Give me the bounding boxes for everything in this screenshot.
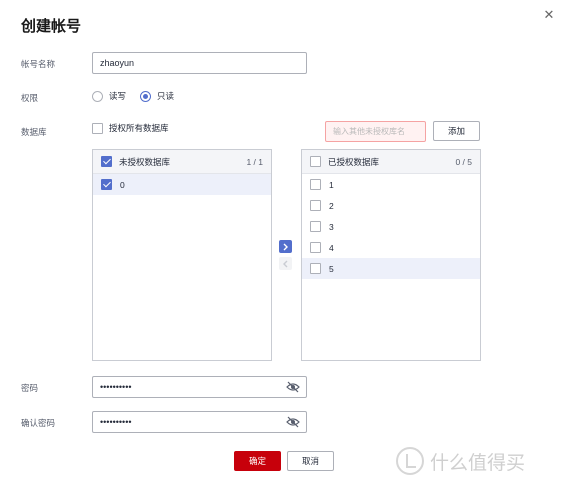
checkbox-icon — [310, 263, 321, 274]
close-icon[interactable]: ✕ — [542, 8, 556, 22]
move-right-button[interactable] — [279, 240, 292, 253]
account-name-input[interactable]: zhaoyun — [92, 52, 307, 74]
chevron-right-icon — [283, 243, 288, 250]
unauthorized-count: 1 / 1 — [246, 156, 263, 167]
checkbox-icon — [310, 200, 321, 211]
authorized-panel-title: 已授权数据库 — [328, 156, 380, 167]
authorize-all-label: 授权所有数据库 — [109, 123, 169, 133]
radio-circle-icon — [92, 90, 103, 102]
cancel-button[interactable]: 取消 — [287, 451, 334, 471]
unauthorized-db-panel: 未授权数据库 1 / 1 0 — [92, 149, 272, 361]
permission-label: 权限 — [21, 93, 39, 103]
list-item-label: 5 — [329, 263, 334, 274]
unauthorized-panel-title: 未授权数据库 — [119, 156, 171, 167]
password-value: •••••••••• — [100, 382, 132, 392]
authorize-all-checkbox[interactable]: 授权所有数据库 — [92, 122, 169, 134]
password-label: 密码 — [21, 383, 39, 393]
permission-read-only-radio[interactable]: 只读 — [140, 90, 174, 102]
list-item[interactable]: 5 — [302, 258, 480, 279]
watermark-logo-icon — [396, 447, 424, 475]
radio-circle-selected-icon — [140, 90, 152, 102]
authorized-count: 0 / 5 — [455, 156, 472, 167]
unauthorized-panel-header: 未授权数据库 1 / 1 — [93, 150, 271, 174]
eye-off-icon[interactable] — [286, 381, 300, 393]
confirm-password-label: 确认密码 — [21, 418, 56, 428]
checkbox-icon — [310, 242, 321, 253]
permission-radio-group: 读写 只读 — [92, 90, 188, 102]
other-db-input[interactable]: 输入其他未授权库名 — [325, 121, 426, 142]
authorized-panel-header: 已授权数据库 0 / 5 — [302, 150, 480, 174]
unauthorized-select-all-checkbox[interactable] — [101, 156, 112, 167]
authorized-select-all-checkbox[interactable] — [310, 156, 321, 167]
list-item-label: 0 — [120, 179, 125, 190]
other-db-placeholder: 输入其他未授权库名 — [333, 127, 405, 136]
create-account-dialog: 创建帐号 ✕ 帐号名称 zhaoyun 权限 读写 只读 数据库 授权所有数据库… — [0, 0, 566, 491]
watermark: 什么值得买 — [396, 447, 525, 475]
list-item-label: 4 — [329, 242, 334, 253]
authorized-db-panel: 已授权数据库 0 / 5 1 2 3 4 5 — [301, 149, 481, 361]
checkbox-icon — [310, 179, 321, 190]
list-item[interactable]: 3 — [302, 216, 480, 237]
watermark-text: 什么值得买 — [430, 452, 526, 474]
account-name-value: zhaoyun — [100, 58, 135, 68]
password-input[interactable]: •••••••••• — [92, 376, 307, 398]
list-item[interactable]: 2 — [302, 195, 480, 216]
list-item-label: 3 — [329, 221, 334, 232]
checkbox-icon — [92, 122, 103, 134]
list-item-label: 2 — [329, 200, 334, 211]
move-left-button[interactable] — [279, 257, 292, 270]
confirm-password-value: •••••••••• — [100, 417, 132, 427]
checkbox-icon — [101, 179, 112, 190]
add-button[interactable]: 添加 — [433, 121, 480, 141]
permission-read-only-label: 只读 — [157, 91, 175, 101]
chevron-left-icon — [283, 260, 288, 267]
dialog-title: 创建帐号 — [21, 18, 82, 35]
list-item[interactable]: 0 — [93, 174, 271, 195]
permission-read-write-label: 读写 — [109, 91, 127, 101]
list-item[interactable]: 1 — [302, 174, 480, 195]
permission-read-write-radio[interactable]: 读写 — [92, 90, 126, 102]
list-item-label: 1 — [329, 179, 334, 190]
confirm-password-input[interactable]: •••••••••• — [92, 411, 307, 433]
eye-off-icon[interactable] — [286, 416, 300, 428]
confirm-button[interactable]: 确定 — [234, 451, 281, 471]
account-name-label: 帐号名称 — [21, 59, 56, 69]
database-label: 数据库 — [21, 127, 47, 137]
list-item[interactable]: 4 — [302, 237, 480, 258]
checkbox-icon — [310, 221, 321, 232]
